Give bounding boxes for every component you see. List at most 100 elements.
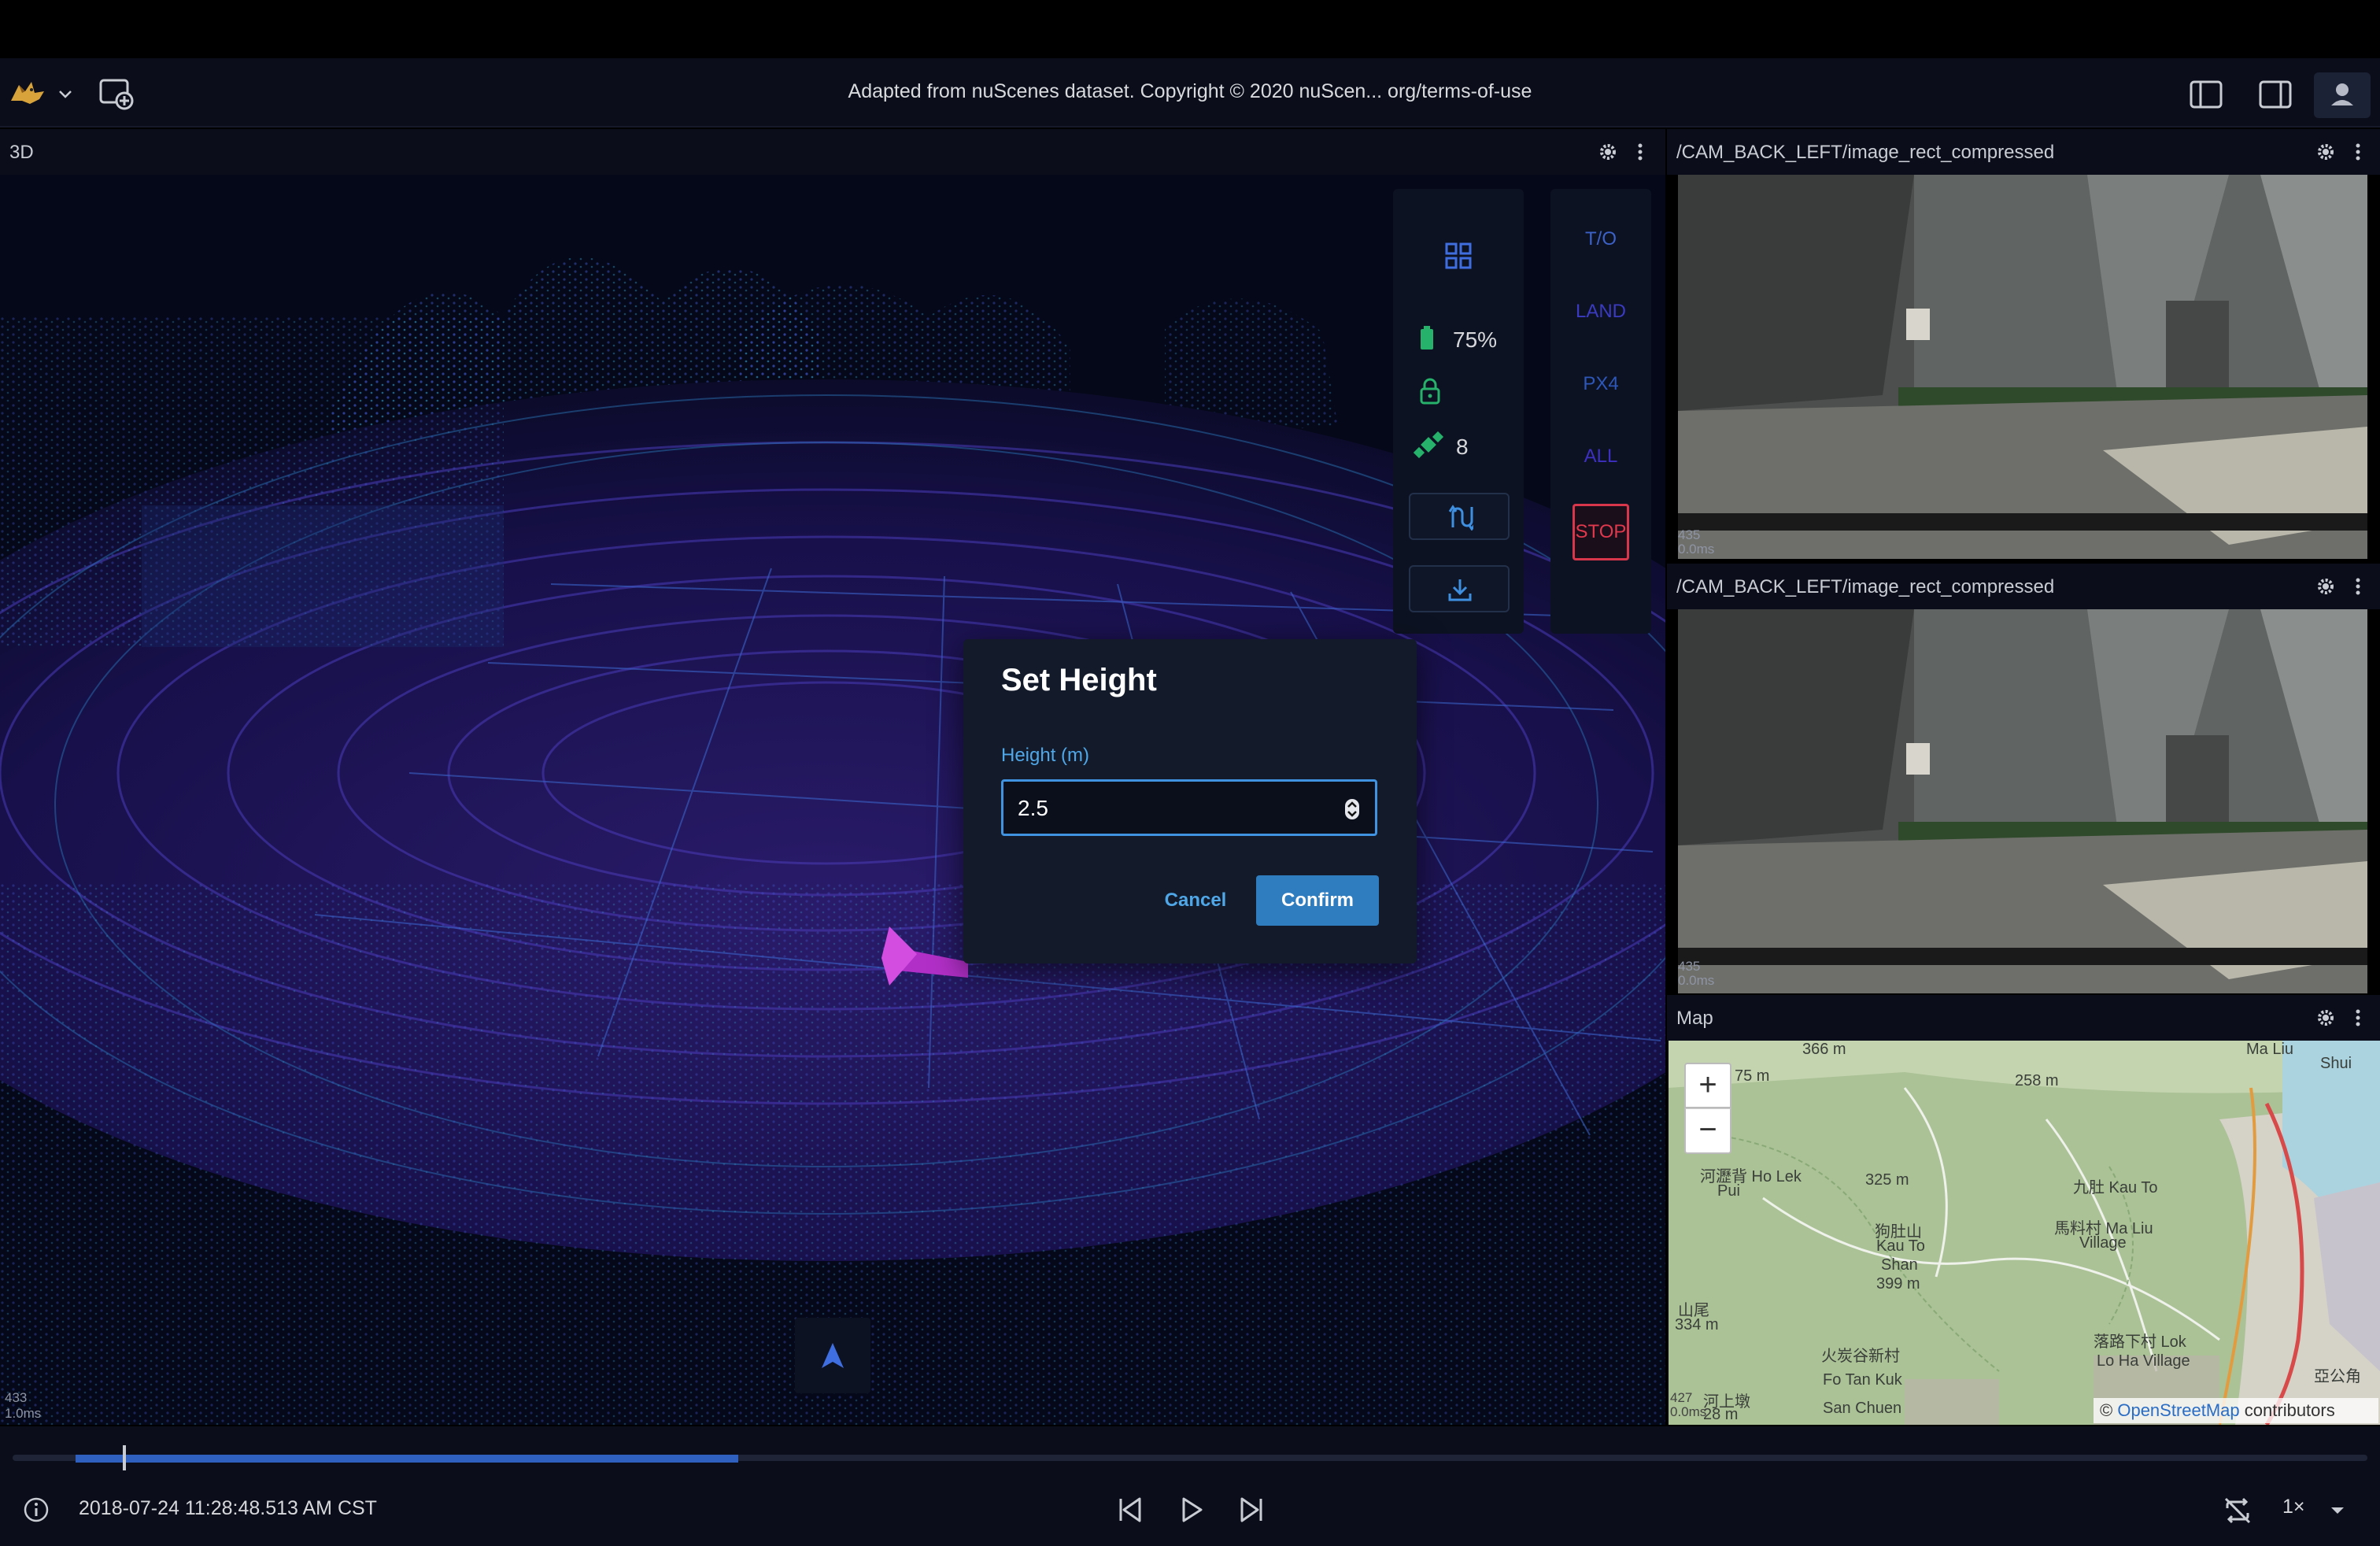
camera-panel-1-header: /CAM_BACK_LEFT/image_rect_compressed: [1667, 129, 2380, 175]
confirm-button[interactable]: Confirm: [1256, 875, 1379, 926]
seek-forward-button[interactable]: [1236, 1494, 1267, 1526]
map-view[interactable]: 366 m 75 m 258 m Ma Liu Shui 河瀝背 Ho Lek …: [1669, 1041, 2380, 1425]
lock-icon[interactable]: [1418, 378, 1442, 405]
play-button[interactable]: [1176, 1494, 1207, 1526]
map-label: 九肚 Kau To: [2073, 1179, 2158, 1196]
camera-panel-1-title: /CAM_BACK_LEFT/image_rect_compressed: [1676, 142, 2055, 163]
app-header: Adapted from nuScenes dataset. Copyright…: [0, 58, 2380, 128]
minus-icon: −: [1698, 1112, 1717, 1147]
follow-mode-button[interactable]: [795, 1318, 870, 1393]
download-icon: [1448, 579, 1472, 601]
frame-time: 0.0ms: [1670, 1404, 1707, 1419]
map-label: San Chuen: [1823, 1400, 1902, 1417]
map-zoom-in-button[interactable]: +: [1684, 1063, 1731, 1108]
map-label: Fo Tan Kuk: [1823, 1371, 1902, 1389]
all-button[interactable]: ALL: [1550, 436, 1651, 477]
map-zoom-out-button[interactable]: −: [1684, 1108, 1731, 1154]
window-top-strip: [0, 0, 2380, 58]
gear-icon[interactable]: [2315, 142, 2336, 162]
map-label: Shan: [1881, 1256, 1918, 1274]
map-label: Pui: [1717, 1182, 1740, 1200]
playback-timestamp[interactable]: 2018-07-24 11:28:48.513 AM CST: [79, 1497, 377, 1520]
camera-panel-2-title: /CAM_BACK_LEFT/image_rect_compressed: [1676, 576, 2055, 597]
map-panel-title: Map: [1676, 1008, 1713, 1029]
camera-frame-image: [1678, 175, 2367, 559]
height-field-label: Height (m): [1001, 745, 1090, 766]
battery-level: 75%: [1453, 327, 1498, 352]
kebab-menu-icon[interactable]: [2353, 142, 2363, 162]
copyright-symbol: ©: [2100, 1400, 2113, 1420]
map-label: 75 m: [1735, 1067, 1770, 1085]
play-icon: [1182, 1497, 1203, 1522]
map-label: Ma Liu: [2246, 1041, 2294, 1058]
camera-frame-image: [1678, 609, 2367, 993]
map-panel-header: Map: [1667, 995, 2380, 1041]
right-sidebar-icon: [2259, 80, 2292, 109]
path-icon: [1448, 505, 1473, 531]
map-label: 火炭谷新村: [1821, 1348, 1900, 1365]
panel-3d-title: 3D: [9, 142, 34, 163]
camera-panel-2-header: /CAM_BACK_LEFT/image_rect_compressed: [1667, 564, 2380, 609]
timeline-loaded-range: [76, 1455, 738, 1463]
camera-image-2[interactable]: 435 0.0ms: [1678, 609, 2367, 993]
cancel-button[interactable]: Cancel: [1152, 875, 1239, 926]
gear-icon[interactable]: [1598, 142, 1618, 162]
user-menu-button[interactable]: [2314, 72, 2371, 118]
frame-time: 0.0ms: [1678, 542, 1715, 557]
loop-toggle-button[interactable]: [2221, 1494, 2254, 1527]
skip-back-icon: [1119, 1497, 1141, 1522]
map-label: 258 m: [2015, 1072, 2059, 1089]
map-label: Village: [2079, 1234, 2127, 1252]
openstreetmap-link[interactable]: OpenStreetMap: [2117, 1400, 2239, 1420]
map-label: 亞公角: [2314, 1368, 2361, 1385]
frame-count: 433: [5, 1390, 28, 1405]
camera-image-1[interactable]: 435 0.0ms: [1678, 175, 2367, 559]
seek-backward-button[interactable]: [1114, 1494, 1146, 1526]
takeoff-button[interactable]: T/O: [1550, 219, 1651, 260]
toggle-right-sidebar-button[interactable]: [2257, 79, 2293, 110]
battery-icon: [1421, 326, 1433, 350]
left-sidebar-icon: [2190, 80, 2223, 109]
height-field[interactable]: [1001, 779, 1377, 836]
map-label: 334 m: [1675, 1316, 1719, 1333]
frame-time: 0.0ms: [1678, 973, 1715, 988]
map-label: 28 m: [1703, 1406, 1739, 1423]
info-icon: [24, 1497, 49, 1522]
kebab-menu-icon[interactable]: [1635, 142, 1645, 162]
px4-button[interactable]: PX4: [1550, 364, 1651, 405]
frame-count: 435: [1678, 959, 1701, 974]
map-label: Kau To: [1876, 1237, 1925, 1255]
timeline-scrubber[interactable]: [123, 1445, 126, 1470]
drone-command-widget: T/O LAND PX4 ALL STOP: [1550, 189, 1651, 634]
gear-icon[interactable]: [2315, 1008, 2336, 1028]
map-label: 366 m: [1802, 1041, 1846, 1058]
frame-count: 427: [1670, 1390, 1693, 1405]
panel-3d-header: 3D: [0, 129, 1665, 175]
frame-count: 435: [1678, 527, 1701, 542]
dataset-attribution-title: Adapted from nuScenes dataset. Copyright…: [848, 80, 1532, 102]
skip-forward-icon: [1240, 1497, 1262, 1522]
toggle-left-sidebar-button[interactable]: [2188, 79, 2224, 110]
navigation-arrow-icon: [822, 1343, 844, 1368]
playback-speed-value: 1×: [2282, 1496, 2305, 1518]
grid-icon[interactable]: [1445, 242, 1472, 269]
kebab-menu-icon[interactable]: [2353, 576, 2363, 597]
playback-speed-select[interactable]: 1×: [2282, 1496, 2353, 1527]
user-icon: [2331, 83, 2353, 105]
map-label: 399 m: [1876, 1275, 1920, 1293]
stop-button[interactable]: STOP: [1572, 504, 1629, 560]
path-mode-button[interactable]: [1409, 493, 1510, 540]
number-stepper-icon[interactable]: [1343, 797, 1361, 821]
info-button[interactable]: [22, 1496, 50, 1524]
repeat-off-icon: [2224, 1497, 2251, 1524]
set-height-dialog: Set Height Height (m) Cancel Confirm: [963, 639, 1417, 963]
gear-icon[interactable]: [2315, 576, 2336, 597]
height-input[interactable]: [1018, 794, 1317, 823]
plus-icon: +: [1698, 1067, 1717, 1102]
kebab-menu-icon[interactable]: [2353, 1008, 2363, 1028]
map-label: 河瀝背 Ho Lek: [1700, 1168, 1802, 1185]
caret-down-icon: [2331, 1507, 2344, 1514]
land-button[interactable]: LAND: [1550, 291, 1651, 332]
map-label: Lo Ha Village: [2097, 1352, 2190, 1370]
download-button[interactable]: [1409, 565, 1510, 612]
